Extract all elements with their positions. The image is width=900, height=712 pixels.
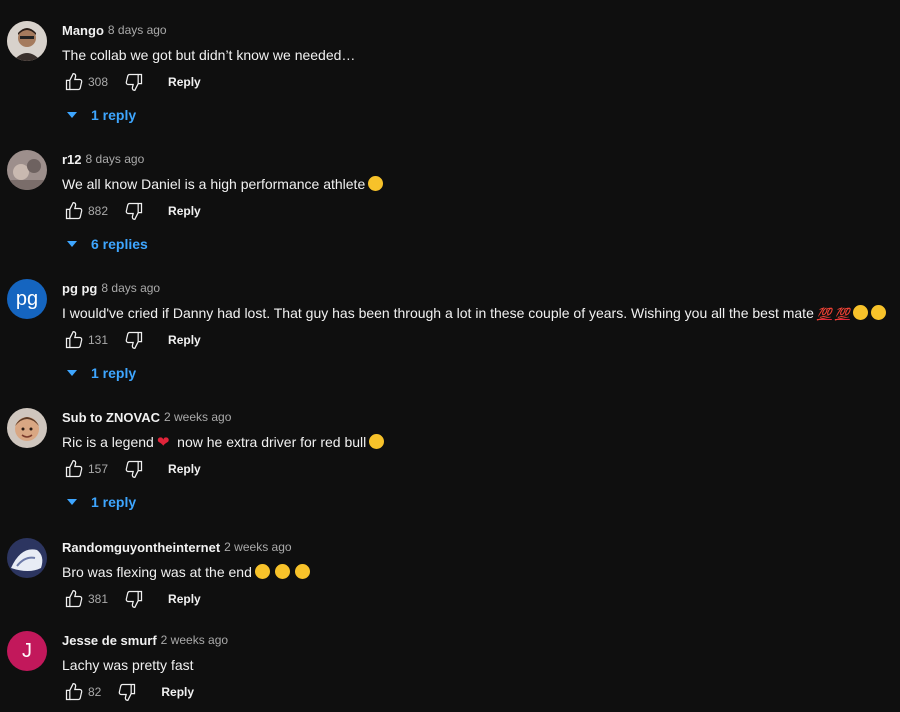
reply-button[interactable]: Reply	[168, 333, 201, 347]
laughing-tears-emoji-icon	[294, 564, 310, 579]
reply-button[interactable]: Reply	[161, 685, 194, 699]
comment-text: I would've cried if Danny had lost. That…	[62, 303, 900, 324]
caret-down-icon	[67, 370, 77, 376]
reply-button[interactable]: Reply	[168, 462, 201, 476]
astonished-face-emoji-icon	[369, 434, 385, 449]
replies-label: 1 reply	[91, 107, 137, 123]
replies-label: 1 reply	[91, 365, 137, 381]
avatar[interactable]	[7, 538, 47, 578]
avatar[interactable]	[7, 150, 47, 190]
thumbs-up-icon[interactable]	[62, 680, 86, 704]
thumbs-down-icon[interactable]	[122, 328, 146, 352]
reply-button[interactable]: Reply	[168, 75, 201, 89]
comment-author[interactable]: Randomguyontheinternet	[62, 540, 220, 555]
hundred-points-emoji-icon: 💯	[834, 307, 850, 321]
loudly-crying-face-emoji-icon	[274, 564, 290, 579]
reply-button[interactable]: Reply	[168, 592, 201, 606]
thumbs-up-icon[interactable]	[62, 587, 86, 611]
hundred-points-emoji-icon: 💯	[816, 307, 832, 321]
like-count: 882	[88, 204, 109, 218]
view-replies-button[interactable]: 1 reply	[67, 365, 136, 381]
relieved-face-emoji-icon	[368, 176, 384, 191]
view-replies-button[interactable]: 6 replies	[67, 236, 148, 252]
like-count: 131	[88, 333, 109, 347]
comment-author[interactable]: Jesse de smurf	[62, 633, 157, 648]
avatar[interactable]: pg	[7, 279, 47, 319]
comment-text-content: I would've cried if Danny had lost. That…	[62, 305, 814, 321]
comment-text-content: Ric is a legend	[62, 434, 154, 450]
comment-text: Bro was flexing was at the end	[62, 562, 900, 582]
view-replies-button[interactable]: 1 reply	[67, 494, 136, 510]
pleading-face-emoji-icon	[852, 305, 868, 320]
comment-time[interactable]: 8 days ago	[108, 23, 167, 37]
comment-text-content: Bro was flexing was at the end	[62, 564, 252, 580]
like-count: 82	[88, 685, 102, 699]
comment-author[interactable]: r12	[62, 152, 82, 167]
comment-text: Lachy was pretty fast	[62, 657, 194, 673]
comment-author[interactable]: Mango	[62, 23, 104, 38]
replies-label: 6 replies	[91, 236, 148, 252]
avatar-photo	[7, 408, 47, 448]
avatar[interactable]	[7, 21, 47, 61]
thumbs-down-icon[interactable]	[122, 457, 146, 481]
thumbs-down-icon[interactable]	[115, 680, 139, 704]
thumbs-up-icon[interactable]	[62, 457, 86, 481]
like-count: 381	[88, 592, 109, 606]
avatar[interactable]	[7, 408, 47, 448]
view-replies-button[interactable]: 1 reply	[67, 107, 136, 123]
avatar-initials: J	[22, 640, 32, 662]
thumbs-up-icon[interactable]	[62, 70, 86, 94]
comment-text: Ric is a legend ❤ now he extra driver for…	[62, 432, 900, 452]
avatar[interactable]: J	[7, 631, 47, 671]
comment-time[interactable]: 2 weeks ago	[161, 633, 228, 647]
avatar-photo	[7, 150, 47, 190]
thumbs-down-icon[interactable]	[122, 199, 146, 223]
comment-author[interactable]: pg pg	[62, 281, 97, 296]
comment-text-content: now he extra driver for red bull	[169, 434, 367, 450]
red-heart-emoji-icon: ❤	[156, 434, 170, 451]
comment-author[interactable]: Sub to ZNOVAC	[62, 410, 160, 425]
caret-down-icon	[67, 499, 77, 505]
avatar-photo	[7, 538, 47, 578]
like-count: 308	[88, 75, 109, 89]
comment-time[interactable]: 2 weeks ago	[164, 410, 231, 424]
thumbs-up-icon[interactable]	[62, 328, 86, 352]
thumbs-up-icon[interactable]	[62, 199, 86, 223]
comment-text: The collab we got but didn’t know we nee…	[62, 47, 356, 63]
caret-down-icon	[67, 112, 77, 118]
pleading-face-emoji-icon	[870, 305, 886, 320]
caret-down-icon	[67, 241, 77, 247]
replies-label: 1 reply	[91, 494, 137, 510]
avatar-photo	[7, 21, 47, 61]
reply-button[interactable]: Reply	[168, 204, 201, 218]
thumbs-down-icon[interactable]	[122, 587, 146, 611]
comment-time[interactable]: 2 weeks ago	[224, 540, 291, 554]
comment-text: We all know Daniel is a high performance…	[62, 174, 900, 194]
like-count: 157	[88, 462, 109, 476]
thumbs-down-icon[interactable]	[122, 70, 146, 94]
comment-text-content: We all know Daniel is a high performance…	[62, 176, 366, 192]
comment-time[interactable]: 8 days ago	[101, 281, 160, 295]
avatar-initials: pg	[15, 288, 39, 310]
laughing-tears-emoji-icon	[254, 564, 270, 579]
comment-time[interactable]: 8 days ago	[86, 152, 145, 166]
